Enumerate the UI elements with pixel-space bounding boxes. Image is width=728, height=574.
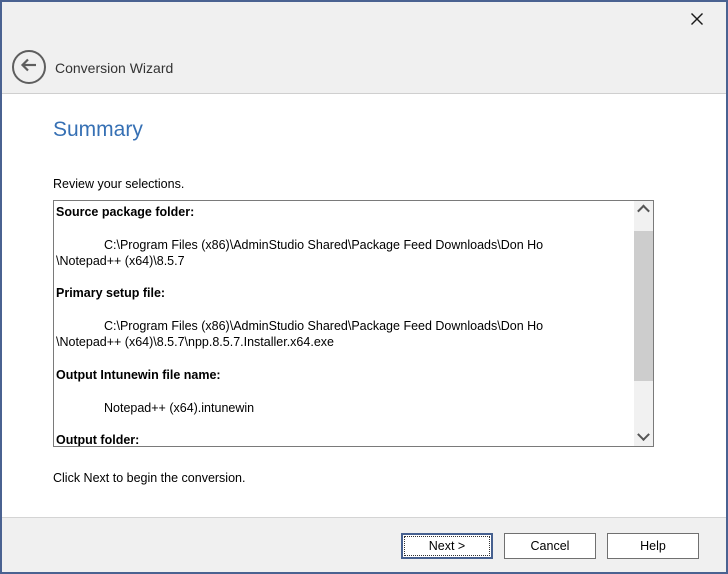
next-button[interactable]: Next > <box>401 533 493 559</box>
summary-line <box>56 416 631 432</box>
summary-line: Primary setup file: <box>56 285 631 301</box>
summary-line <box>56 220 631 236</box>
summary-text: Source package folder: C:\Program Files … <box>54 201 633 446</box>
button-bar: Next > Cancel Help <box>2 517 726 572</box>
chevron-up-icon <box>637 205 650 218</box>
wizard-header: Conversion Wizard <box>2 2 726 94</box>
summary-line <box>56 383 631 399</box>
help-button[interactable]: Help <box>607 533 699 559</box>
summary-line: Notepad++ (x64).intunewin <box>56 400 631 416</box>
instruction-text: Review your selections. <box>53 177 184 191</box>
scrollbar-thumb[interactable] <box>634 231 653 381</box>
scroll-up-button[interactable] <box>634 201 653 218</box>
summary-line: \Notepad++ (x64)\8.5.7\npp.8.5.7.Install… <box>56 334 631 350</box>
summary-line <box>56 351 631 367</box>
back-arrow-icon <box>17 53 41 82</box>
summary-line: \Notepad++ (x64)\8.5.7 <box>56 253 631 269</box>
page-title: Summary <box>53 118 143 142</box>
wizard-title: Conversion Wizard <box>55 60 173 76</box>
summary-line: Source package folder: <box>56 204 631 220</box>
summary-line: C:\Program Files (x86)\AdminStudio Share… <box>56 318 631 334</box>
summary-line: Output folder: <box>56 432 631 446</box>
close-icon <box>690 12 704 31</box>
back-button[interactable] <box>12 50 46 84</box>
summary-line: Output Intunewin file name: <box>56 367 631 383</box>
next-instruction-text: Click Next to begin the conversion. <box>53 471 245 485</box>
chevron-down-icon <box>637 428 650 441</box>
close-button[interactable] <box>684 8 710 34</box>
cancel-button[interactable]: Cancel <box>504 533 596 559</box>
vertical-scrollbar[interactable] <box>634 201 653 446</box>
summary-line <box>56 269 631 285</box>
summary-line <box>56 302 631 318</box>
summary-line: C:\Program Files (x86)\AdminStudio Share… <box>56 237 631 253</box>
summary-textbox[interactable]: Source package folder: C:\Program Files … <box>53 200 654 447</box>
conversion-wizard-dialog: Conversion Wizard Summary Review your se… <box>0 0 728 574</box>
scroll-down-button[interactable] <box>634 429 653 446</box>
